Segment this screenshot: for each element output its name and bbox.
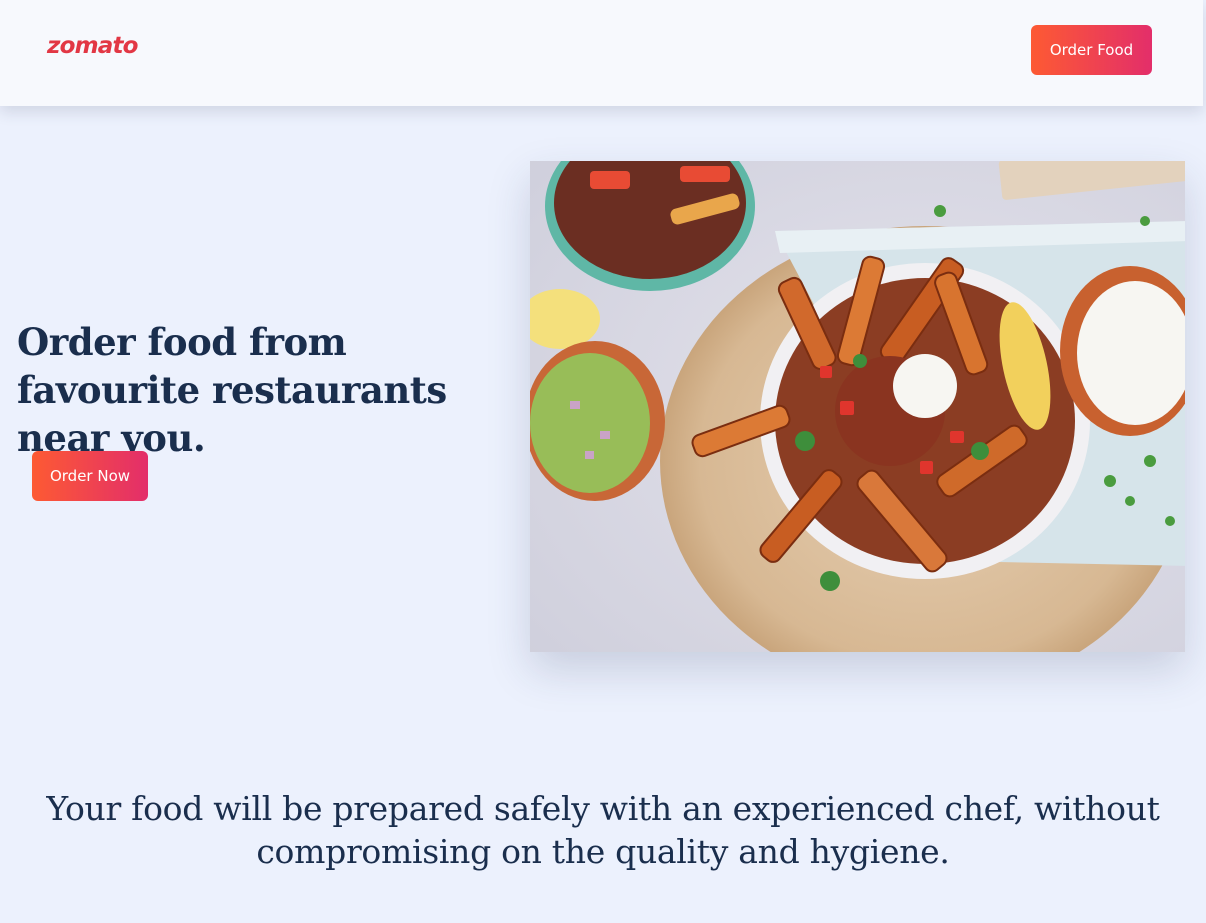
order-now-button[interactable]: Order Now	[32, 451, 148, 501]
hero-title: Order food from favourite restaurants ne…	[17, 320, 447, 460]
navbar: zomato Order Food	[0, 0, 1203, 106]
order-food-button[interactable]: Order Food	[1031, 25, 1152, 75]
hero-food-image	[530, 161, 1185, 652]
zomato-logo[interactable]: zomato	[47, 33, 138, 59]
food-platter-illustration	[530, 161, 1185, 652]
safety-tagline: Your food will be prepared safely with a…	[46, 789, 1160, 871]
